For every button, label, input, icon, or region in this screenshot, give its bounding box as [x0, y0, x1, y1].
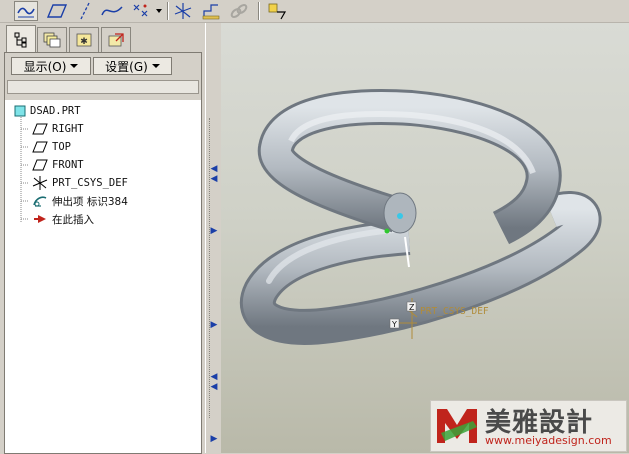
toolbar-separator	[167, 2, 169, 20]
layer-tab[interactable]	[37, 27, 67, 52]
tree-item-front[interactable]: FRONT	[32, 157, 84, 173]
tree-root-label: DSAD.PRT	[30, 105, 81, 117]
link-icon[interactable]	[228, 1, 250, 21]
plane-icon	[32, 123, 48, 135]
plane-icon	[32, 141, 48, 153]
tree-root[interactable]: DSAD.PRT	[14, 103, 81, 119]
tree-item-label: PRT_CSYS_DEF	[52, 177, 128, 189]
tree-item-label: 在此插入	[52, 213, 94, 226]
model-tree-panel: 显示(O) 设置(G) DSAD.PRT RIGHT TOP FRONT PRT…	[4, 52, 202, 454]
watermark-logo: 美雅設計 www.meiyadesign.com	[430, 400, 627, 452]
toolbar	[0, 0, 629, 23]
chevron-down-icon	[151, 64, 160, 68]
dropdown-arrow[interactable]	[154, 1, 164, 21]
model-tree-menubar: 显示(O) 设置(G)	[5, 53, 201, 100]
navigator-tab[interactable]	[101, 27, 131, 52]
model-tree-tab[interactable]	[6, 25, 36, 53]
tree-item-protrusion[interactable]: 伸出项 标识384	[32, 193, 128, 209]
expand-right-icon[interactable]: ▶	[209, 434, 219, 444]
brand-m-logo-icon	[437, 409, 477, 443]
display-menu-label: 显示(O)	[23, 59, 67, 74]
datum-curve-icon[interactable]	[100, 1, 124, 21]
favorites-tab[interactable]: ✱	[69, 27, 99, 52]
graphics-viewport[interactable]: Y Z PRT_CSYS_DEF	[221, 23, 629, 453]
csys-axis-y-label: Y	[391, 320, 397, 329]
helical-tube-model[interactable]: Y Z PRT_CSYS_DEF	[221, 23, 629, 453]
tree-item-label: 伸出项 标识384	[52, 195, 128, 208]
tree-item-top[interactable]: TOP	[32, 139, 71, 155]
csys-label: PRT_CSYS_DEF	[420, 306, 489, 317]
tree-item-label: RIGHT	[52, 123, 84, 135]
collapse-left-icon[interactable]: ◀	[209, 164, 219, 174]
datum-plane-icon[interactable]	[46, 1, 68, 21]
insert-arrow-icon	[34, 215, 46, 223]
tree-column-header	[7, 80, 199, 94]
panel-splitter[interactable]: ◀ ◀ ▶ ▶ ◀ ◀ ▶	[205, 23, 222, 453]
settings-menu-label: 设置(G)	[105, 59, 148, 74]
tree-item-insert-here[interactable]: 在此插入	[32, 211, 94, 227]
tree-item-right[interactable]: RIGHT	[32, 121, 84, 137]
expand-right-icon[interactable]: ▶	[209, 226, 219, 236]
watermark-url: www.meiyadesign.com	[485, 434, 612, 447]
svg-text:✱: ✱	[80, 37, 88, 47]
collapse-left-icon[interactable]: ◀	[209, 382, 219, 392]
csys-axis-z-label: Z	[409, 303, 415, 312]
sketch-curve-icon[interactable]	[14, 1, 38, 21]
part-icon	[14, 105, 26, 117]
chevron-down-icon	[70, 64, 79, 68]
datum-point-icon[interactable]	[130, 1, 152, 21]
navigator-panel: ✱ 显示(O) 设置(G) DSAD.PRT RIGHT TOP FRONT P…	[0, 23, 205, 454]
settings-menu-button[interactable]: 设置(G)	[93, 57, 172, 75]
insert-here-icon[interactable]	[266, 1, 290, 21]
tree-item-label: TOP	[52, 141, 71, 153]
csys-icon	[32, 176, 48, 190]
plane-icon	[32, 159, 48, 171]
tree-item-csys[interactable]: PRT_CSYS_DEF	[32, 175, 128, 191]
datum-axis-icon[interactable]	[76, 1, 94, 21]
coordinate-system-icon[interactable]	[172, 1, 194, 21]
model-tree: DSAD.PRT RIGHT TOP FRONT PRT_CSYS_DEF 伸出…	[5, 100, 201, 452]
tree-item-label: FRONT	[52, 159, 84, 171]
collapse-left-icon[interactable]: ◀	[209, 174, 219, 184]
toolbar-separator	[258, 2, 260, 20]
analysis-icon[interactable]	[200, 1, 222, 21]
sweep-icon	[33, 196, 47, 207]
collapse-left-icon[interactable]: ◀	[209, 372, 219, 382]
display-menu-button[interactable]: 显示(O)	[11, 57, 91, 75]
expand-right-icon[interactable]: ▶	[209, 320, 219, 330]
